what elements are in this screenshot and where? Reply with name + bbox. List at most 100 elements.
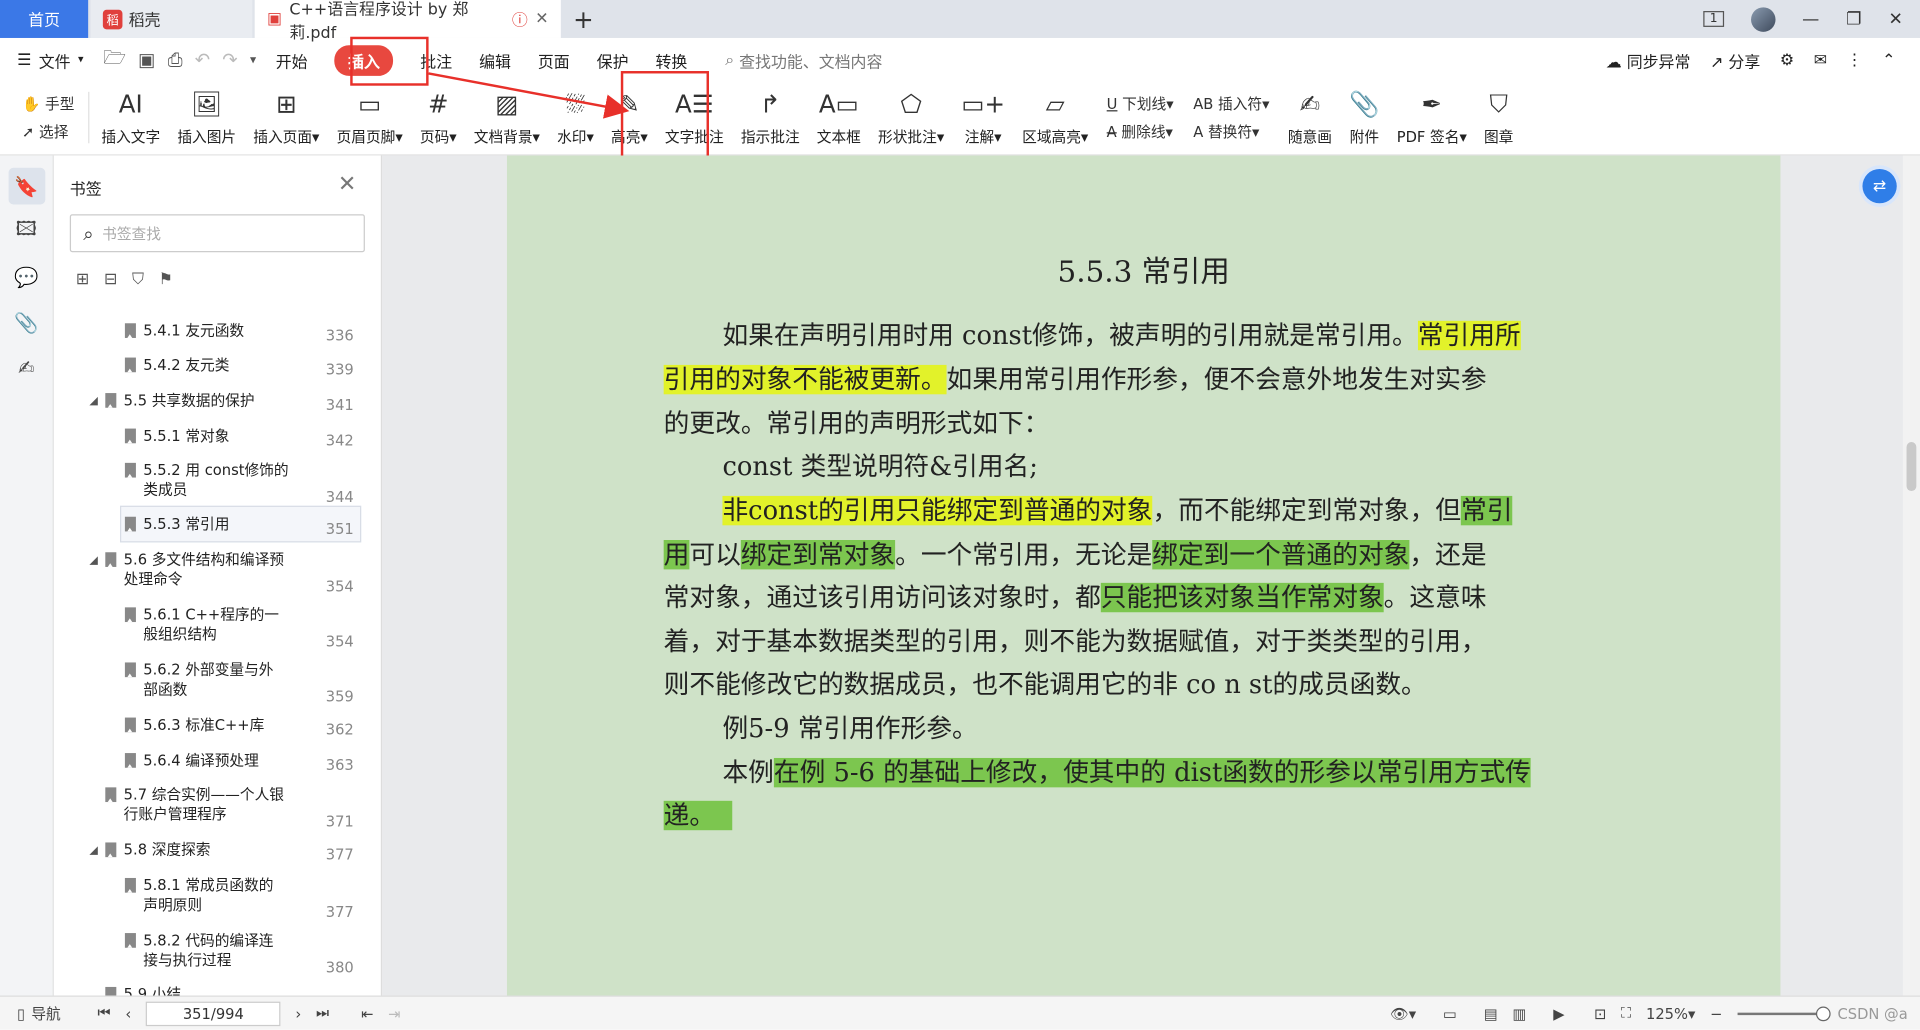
bookmark-item[interactable]: 5.4.2 友元类 339 — [54, 355, 365, 379]
bookmark-item[interactable]: 5.7 综合实例——个人银 行账户管理程序 371 — [54, 785, 365, 834]
message-icon[interactable]: ✉ — [1814, 51, 1827, 69]
bookmark-item[interactable]: 5.5.1 常对象 342 — [54, 426, 365, 450]
header-footer-tool[interactable]: ▭ 页眉页脚▾ — [328, 82, 411, 153]
attachment-tool[interactable]: 📎 附件 — [1341, 82, 1389, 153]
highlight-yellow[interactable]: 非const的引用只能绑定到普通的对象 — [722, 495, 1153, 526]
pointer-comment-tool[interactable]: ↱ 指示批注 — [732, 82, 808, 153]
highlight-green[interactable]: 用 — [663, 540, 689, 570]
expand-all-icon[interactable]: ⊞ — [76, 271, 89, 289]
open-folder-icon[interactable]: 🗁 — [97, 45, 132, 76]
add-bookmark-icon[interactable]: ⛉ — [132, 271, 144, 289]
save-icon[interactable]: ▣ — [132, 49, 162, 71]
sync-status[interactable]: ☁ 同步异常 — [1606, 48, 1691, 71]
tab-page[interactable]: 页面 — [524, 38, 583, 82]
bookmark-item[interactable]: 5.6.3 标准C++库 362 — [54, 715, 365, 739]
share-button[interactable]: ↗ 分享 — [1710, 48, 1760, 71]
bookmark-flag-icon[interactable]: ⚑ — [159, 271, 173, 289]
highlight-green[interactable]: 绑定到一个普通的对象 — [1152, 540, 1410, 570]
file-menu[interactable]: ☰ 文件 ▾ — [0, 38, 97, 82]
bookmark-item[interactable]: ◢ 5.5 共享数据的保护 341 — [54, 391, 365, 415]
thumbnail-panel-icon[interactable]: 🖾 — [8, 213, 45, 250]
bookmark-item[interactable]: 5.5.2 用 const修饰的 类成员 344 — [54, 460, 365, 509]
page-number-tool[interactable]: # 页码▾ — [411, 82, 465, 153]
bookmark-item[interactable]: 5.8.2 代码的编译连 接与执行过程 380 — [54, 931, 365, 980]
highlight-green[interactable]: 只能把该对象当作常对象 — [1100, 582, 1384, 613]
attachment-panel-icon[interactable]: 📎 — [8, 304, 45, 341]
undo-icon[interactable]: ↶ — [189, 49, 217, 71]
select-tool[interactable]: ➚ 选择 — [22, 121, 74, 142]
document-scrollbar[interactable] — [1902, 155, 1920, 996]
first-page-button[interactable]: ⏮ — [90, 1004, 118, 1022]
floating-tool-button[interactable]: ⇄ — [1862, 168, 1897, 204]
watermark-tool[interactable]: ⛆ 水印▾ — [549, 82, 603, 153]
actual-size-icon[interactable]: ⊡ — [1587, 1005, 1614, 1022]
function-search[interactable]: ⌕ 查找功能、文档内容 — [725, 48, 882, 72]
bookmark-item[interactable]: 5.6.1 C++程序的一 般组织结构 354 — [54, 605, 365, 654]
play-icon[interactable]: ▶ — [1546, 1005, 1572, 1022]
zoom-slider[interactable] — [1737, 1005, 1831, 1021]
page-number-input[interactable]: 351/994 — [146, 1001, 281, 1026]
back-view-icon[interactable]: ⇤ — [354, 1005, 381, 1022]
tab-daoke[interactable]: 稻 稻壳 — [90, 0, 253, 38]
bookmark-item[interactable]: ◢ 5.6 多文件结构和编译预 处理命令 354 — [54, 550, 365, 599]
highlight-green[interactable]: 常引 — [1461, 495, 1513, 526]
underline-tool[interactable]: U 下划线▾ — [1107, 93, 1174, 114]
bookmark-search-input[interactable]: ⌕ 书签查找 — [69, 214, 365, 253]
tab-home[interactable]: 首页 — [0, 0, 89, 38]
forward-view-icon[interactable]: ⇥ — [381, 1005, 408, 1022]
expand-arrow-icon[interactable]: ◢ — [89, 392, 101, 412]
comment-panel-icon[interactable]: 💬 — [8, 258, 45, 295]
zoom-out-icon[interactable]: − — [1703, 1005, 1730, 1022]
insert-text-tool[interactable]: AI 插入文字 — [93, 82, 169, 153]
bookmark-panel-icon[interactable]: 🔖 — [7, 167, 45, 205]
tab-start[interactable]: 开始 — [262, 38, 321, 82]
bookmark-item[interactable]: 5.6.4 编译预处理 363 — [54, 751, 365, 775]
eye-protection-icon[interactable]: 👁▾ — [1383, 1005, 1424, 1022]
textbox-tool[interactable]: A▭ 文本框 — [808, 82, 869, 153]
highlight-yellow[interactable]: 常引用所 — [1417, 320, 1521, 351]
zoom-select[interactable]: 125% ▾ — [1639, 1005, 1703, 1022]
insert-image-tool[interactable]: 🖼 插入图片 — [169, 82, 245, 153]
single-page-view-icon[interactable]: ▭ — [1436, 1005, 1465, 1022]
print-icon[interactable]: ⎙ — [162, 49, 189, 71]
thumbnail-toggle-icon[interactable]: 1 — [1703, 11, 1724, 27]
highlight-yellow[interactable]: 引用的对象不能被更新。 — [663, 364, 947, 395]
replace-char-tool[interactable]: A 替换符▾ — [1193, 121, 1269, 142]
redo-icon[interactable]: ↷ — [216, 49, 244, 71]
bookmark-item[interactable]: ◢ 5.8 深度探索 377 — [54, 840, 365, 864]
bookmark-item[interactable]: 5.6.2 外部变量与外 部函数 359 — [54, 660, 365, 709]
insert-page-tool[interactable]: ⊞ 插入页面▾ — [245, 82, 328, 153]
expand-arrow-icon[interactable]: ◢ — [89, 841, 101, 861]
restore-button[interactable]: ❐ — [1846, 9, 1861, 29]
tab-close-icon[interactable]: ✕ — [535, 10, 548, 28]
signature-panel-icon[interactable]: ✍ — [8, 349, 45, 386]
expand-arrow-icon[interactable]: ◢ — [89, 551, 101, 571]
note-tool[interactable]: ▭+ 注解▾ — [953, 82, 1014, 153]
shape-comment-tool[interactable]: ⬠ 形状批注▾ — [869, 82, 952, 153]
strikethrough-tool[interactable]: A 删除线▾ — [1107, 121, 1174, 142]
highlight-green[interactable]: 绑定到常对象 — [740, 540, 896, 570]
bookmark-item[interactable]: 5.4.1 友元函数 336 — [54, 321, 365, 345]
bookmark-close-icon[interactable]: ✕ — [338, 171, 356, 197]
two-page-view-icon[interactable]: ▥ — [1505, 1005, 1534, 1022]
new-tab-button[interactable]: + — [561, 0, 606, 38]
more-icon[interactable]: ⋮ — [1847, 51, 1863, 69]
collapse-ribbon-icon[interactable]: ⌃ — [1882, 51, 1895, 69]
last-page-button[interactable]: ⏭ — [309, 1004, 337, 1022]
next-page-button[interactable]: › — [288, 1005, 309, 1022]
bookmark-item[interactable]: 5.5.3 常引用 351 — [54, 514, 365, 538]
minimize-button[interactable]: — — [1802, 9, 1819, 29]
navigation-toggle[interactable]: ▯ 导航 — [0, 1003, 68, 1024]
highlight-green[interactable]: 在例 5-6 的基础上修改，使其中的 dist函数的形参以常引用方式传 — [773, 758, 1531, 788]
bookmark-item[interactable]: 5.8.1 常成员函数的 声明原则 377 — [54, 876, 365, 925]
avatar[interactable] — [1750, 6, 1776, 32]
quick-access-dropdown-icon[interactable]: ▾ — [244, 53, 262, 66]
settings-gear-icon[interactable]: ⚙ — [1780, 51, 1794, 69]
hand-tool[interactable]: ✋ 手型 — [22, 93, 74, 114]
continuous-view-icon[interactable]: ▤ — [1477, 1005, 1506, 1022]
insert-char-tool[interactable]: AB 插入符▾ — [1193, 93, 1269, 114]
freehand-draw-tool[interactable]: ✍ 随意画 — [1279, 82, 1340, 153]
doc-background-tool[interactable]: ▨ 文档背景▾ — [465, 82, 548, 153]
area-highlight-tool[interactable]: ▱ 区域高亮▾ — [1014, 82, 1097, 153]
tab-edit[interactable]: 编辑 — [466, 38, 525, 82]
